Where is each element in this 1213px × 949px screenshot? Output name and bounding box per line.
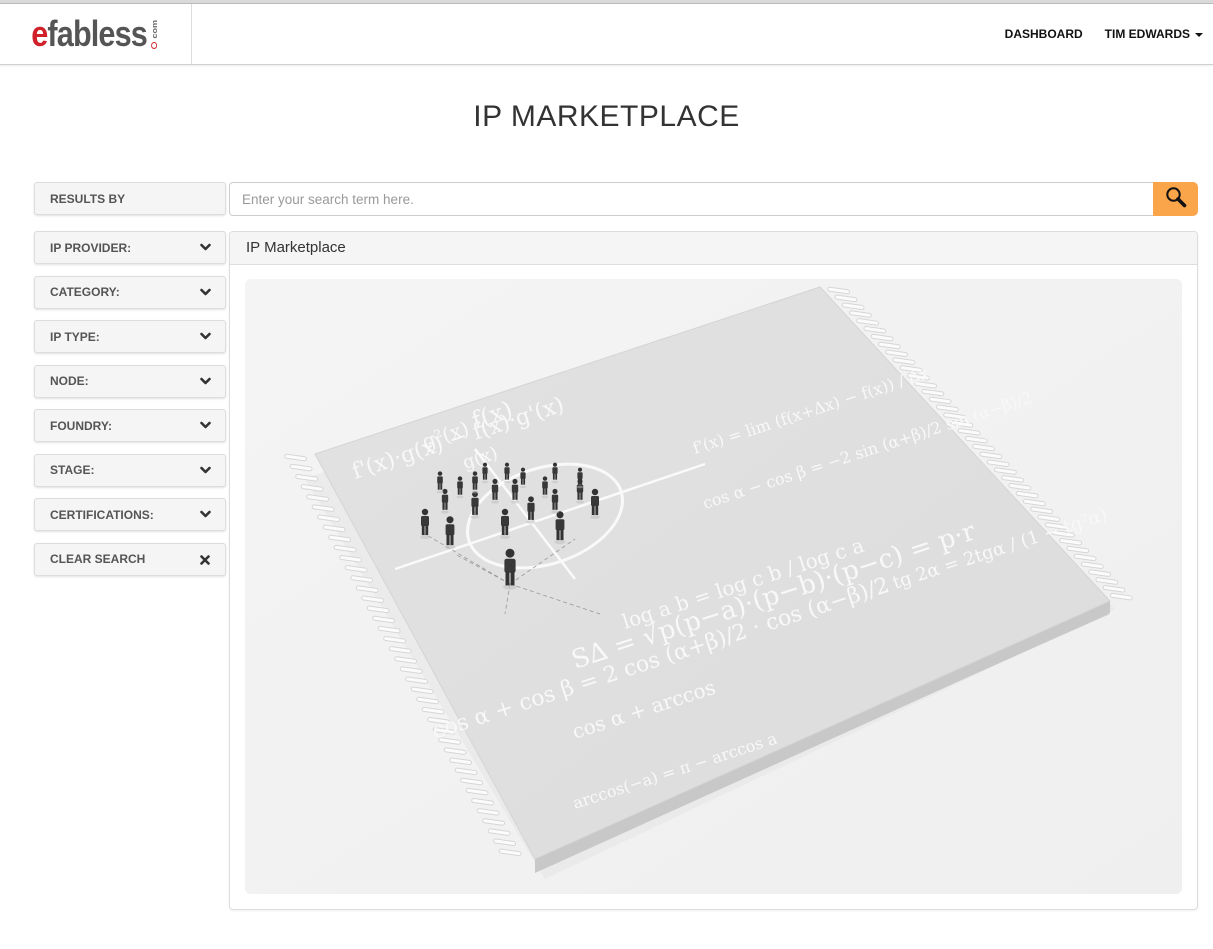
filter-foundry-dropdown[interactable]: FOUNDRY: xyxy=(34,409,226,442)
search-bar xyxy=(229,182,1198,216)
caret-down-icon xyxy=(1195,32,1203,37)
hero-image: f'(x)·g(x) − f(x)·g'(x) g²(x) f(x) g(x) f'(x… xyxy=(245,279,1182,894)
chevron-down-icon xyxy=(200,332,211,341)
logo-text: fabless xyxy=(47,13,148,54)
marketplace-panel: IP Marketplace f'(x)·g(x) − f(x)·g'(x) g… xyxy=(229,231,1198,910)
filter-label: CATEGORY: xyxy=(50,285,120,299)
filter-stage-dropdown[interactable]: STAGE: xyxy=(34,453,226,487)
results-by-button[interactable]: RESULTS BY xyxy=(34,182,226,215)
filter-sidebar: RESULTS BY IP PROVIDER: CATEGORY: IP TYPE:… xyxy=(34,182,226,587)
page-title: IP MARKETPLACE xyxy=(473,100,740,133)
chip-illustration: f'(x)·g(x) − f(x)·g'(x)g²(x)f(x)g(x)f'(x… xyxy=(245,279,1182,894)
user-name: TIM EDWARDS xyxy=(1104,27,1190,41)
chevron-down-icon xyxy=(200,510,211,519)
filter-node-dropdown[interactable]: NODE: xyxy=(34,364,226,398)
nav-dashboard-link[interactable]: DASHBOARD xyxy=(1005,27,1083,41)
results-by-label: RESULTS BY xyxy=(50,191,126,206)
logo-dot-icon xyxy=(151,42,158,49)
filter-label: NODE: xyxy=(50,374,89,388)
filter-category-dropdown[interactable]: CATEGORY: xyxy=(34,275,226,309)
user-menu[interactable]: TIM EDWARDS xyxy=(1105,27,1203,41)
filter-label: STAGE: xyxy=(50,463,95,477)
logo-initial: e xyxy=(31,13,49,54)
chevron-down-icon xyxy=(200,243,211,252)
navbar: e fabless com DASHBOARD TIM EDWARDS xyxy=(0,4,1213,65)
brand-logo[interactable]: e fabless com xyxy=(0,4,192,64)
clear-search-label: CLEAR SEARCH xyxy=(50,552,146,566)
filter-ip-provider-dropdown[interactable]: IP PROVIDER: xyxy=(34,231,226,264)
clear-search-button[interactable]: CLEAR SEARCH xyxy=(34,542,226,576)
search-button[interactable] xyxy=(1153,182,1198,216)
logo-suffix: com xyxy=(150,20,160,39)
filter-label: FOUNDRY: xyxy=(50,418,112,433)
chevron-down-icon xyxy=(200,421,211,430)
filter-certifications-dropdown[interactable]: CERTIFICATIONS: xyxy=(34,498,226,531)
filter-label: CERTIFICATIONS: xyxy=(50,507,154,522)
chevron-down-icon xyxy=(200,377,211,386)
filter-label: IP PROVIDER: xyxy=(50,240,132,255)
chevron-down-icon xyxy=(200,466,211,475)
close-icon xyxy=(200,554,210,565)
search-icon xyxy=(1165,186,1187,213)
filter-ip-type-dropdown[interactable]: IP TYPE: xyxy=(34,320,226,353)
filter-label: IP TYPE: xyxy=(50,329,100,344)
panel-title: IP Marketplace xyxy=(230,232,1197,265)
chevron-down-icon xyxy=(200,288,211,297)
search-input[interactable] xyxy=(229,182,1154,216)
